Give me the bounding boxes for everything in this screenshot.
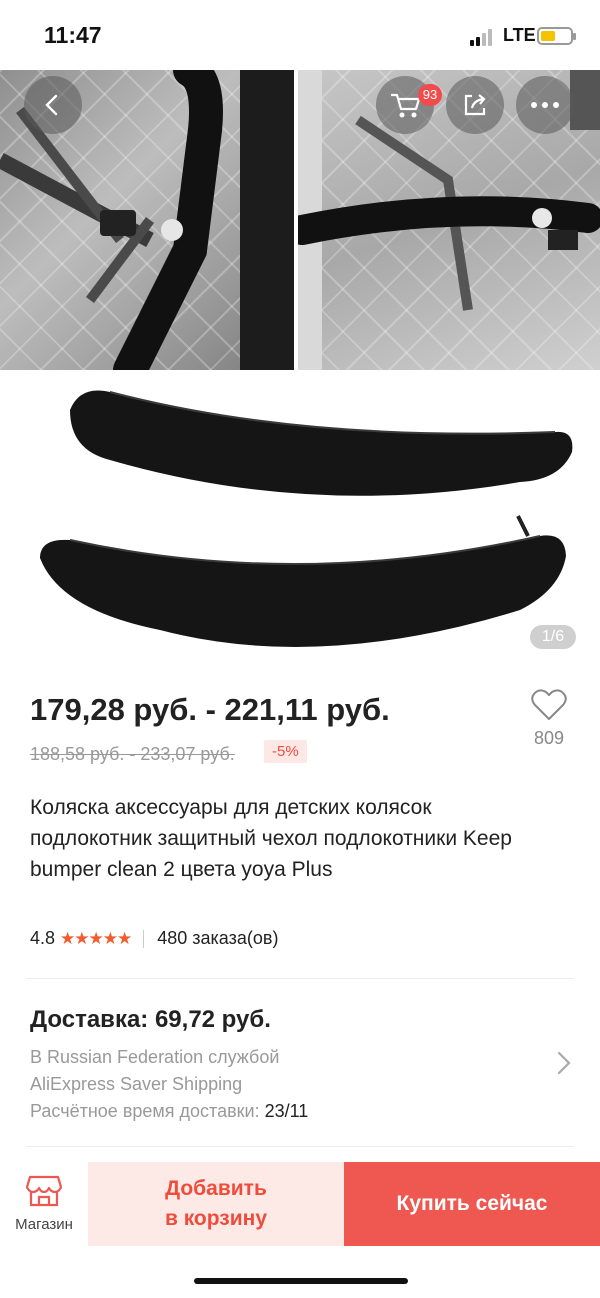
- store-icon: [26, 1175, 62, 1207]
- heart-icon: [531, 689, 567, 720]
- orders-count: 480 заказа(ов): [157, 928, 279, 948]
- chevron-left-icon: [45, 94, 58, 116]
- bottom-action-bar: Магазин Добавить в корзину Купить сейчас: [0, 1160, 600, 1246]
- more-button[interactable]: [516, 76, 574, 134]
- more-dots-icon: [531, 102, 559, 108]
- store-button[interactable]: Магазин: [0, 1160, 88, 1246]
- delivery-region: В Russian Federation службой: [30, 1047, 280, 1067]
- store-label: Магазин: [15, 1216, 73, 1233]
- add-to-cart-label-line2: в корзину: [164, 1207, 268, 1230]
- discount-badge: -5%: [264, 740, 307, 763]
- battery-icon: [537, 27, 576, 45]
- delivery-eta-date: 23/11: [264, 1101, 309, 1121]
- share-button[interactable]: [446, 76, 504, 134]
- product-title: Коляска аксессуары для детских колясок п…: [30, 796, 512, 881]
- price-range: 179,28 руб. - 221,11 руб.: [30, 692, 390, 727]
- delivery-eta-label: Расчётное время доставки:: [30, 1101, 265, 1121]
- network-label: LTE: [503, 25, 536, 45]
- wishlist-button[interactable]: [525, 688, 573, 727]
- cart-count-badge: 93: [418, 84, 442, 106]
- home-indicator[interactable]: [194, 1278, 408, 1284]
- product-photo-armrests: [40, 390, 573, 647]
- share-icon: [464, 94, 486, 116]
- divider: [26, 1146, 574, 1147]
- delivery-eta: Расчётное время доставки: 23/11: [30, 1101, 308, 1122]
- product-gallery[interactable]: 1/6: [0, 70, 600, 670]
- cart-icon: [391, 93, 421, 118]
- chevron-right-icon: [557, 1051, 571, 1075]
- add-to-cart-label-line1: Добавить: [165, 1177, 267, 1200]
- status-bar: 11:47 LTE: [0, 0, 600, 70]
- divider: [26, 978, 574, 979]
- rating-value: 4.8: [30, 928, 56, 948]
- buy-now-button[interactable]: Купить сейчас: [344, 1162, 600, 1246]
- delivery-service: AliExpress Saver Shipping: [30, 1074, 243, 1094]
- delivery-title: Доставка: 69,72 руб.: [30, 1006, 271, 1033]
- add-to-cart-button[interactable]: Добавить в корзину: [88, 1162, 344, 1246]
- rating-stars-icon: ★★★★★: [60, 928, 132, 948]
- old-price-range: 188,58 руб. - 233,07 руб.: [30, 744, 235, 764]
- rating-row[interactable]: 4.8 ★★★★★ 480 заказа(ов): [30, 928, 278, 949]
- status-time: 11:47: [44, 22, 102, 48]
- gallery-page-indicator: 1/6: [530, 625, 576, 649]
- back-button[interactable]: [24, 76, 82, 134]
- signal-icon: [470, 28, 496, 46]
- wishlist-count: 809: [533, 728, 565, 748]
- divider: [143, 929, 145, 948]
